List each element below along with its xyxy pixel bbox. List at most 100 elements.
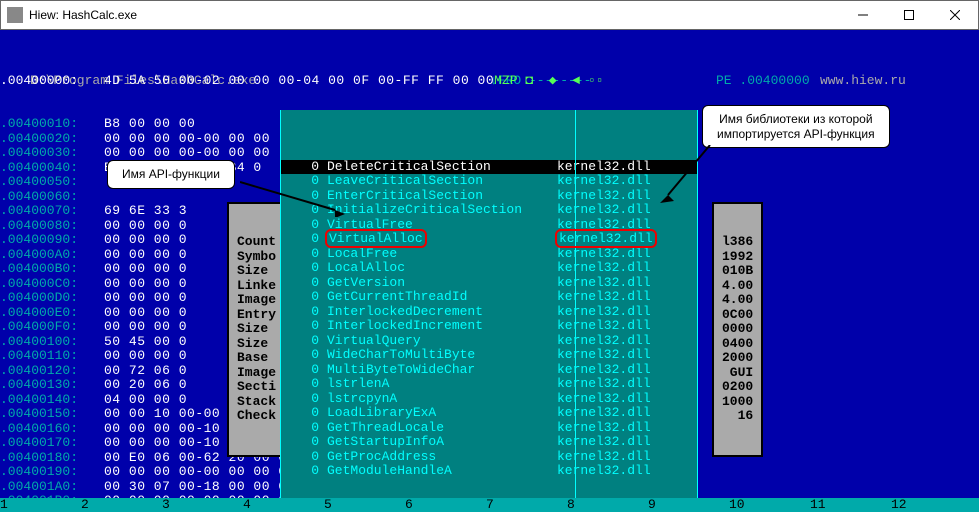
hiew-app: D:\Program Files\HashCalc.exe↓FRO ------… — [0, 30, 979, 512]
import-row[interactable]: 0VirtualQuerykernel32.dll — [281, 334, 697, 349]
hex-addr: .004000B0: — [0, 262, 104, 277]
import-row[interactable]: 0LocalFreekernel32.dll — [281, 247, 697, 262]
import-ordinal: 0 — [299, 247, 319, 262]
import-ordinal: 0 — [299, 290, 319, 305]
import-row[interactable]: 0GetVersionkernel32.dll — [281, 276, 697, 291]
fkey-8[interactable]: 8 — [567, 498, 648, 512]
import-ordinal: 0 — [299, 276, 319, 291]
import-row[interactable]: 0VirtualAllockernel32.dll — [281, 232, 697, 247]
hex-bytes: B8 00 00 00 — [104, 117, 195, 132]
import-row[interactable]: 0LoadLibraryExAkernel32.dll — [281, 406, 697, 421]
hex-addr: .00400130: — [0, 378, 104, 393]
import-library: kernel32.dll — [557, 377, 651, 392]
import-ordinal: 0 — [299, 377, 319, 392]
import-library: kernel32.dll — [557, 464, 651, 479]
import-function: MultiByteToWideChar — [327, 363, 557, 378]
pe-field-value: 0000 — [722, 322, 753, 337]
hex-addr: .004000C0: — [0, 277, 104, 292]
import-row[interactable]: 0InterlockedDecrementkernel32.dll — [281, 305, 697, 320]
fkey-6[interactable]: 6 — [405, 498, 486, 512]
import-library: kernel32.dll — [557, 435, 651, 450]
import-function: GetVersion — [327, 276, 557, 291]
hex-bytes: 50 45 00 0 — [104, 335, 187, 350]
hex-addr: .00400010: — [0, 117, 104, 132]
fkey-11[interactable]: 11 — [810, 498, 891, 512]
pe-field-value: 4.00 — [722, 293, 753, 308]
import-row[interactable]: 0GetProcAddresskernel32.dll — [281, 450, 697, 465]
pe-field-value: 1000 — [722, 395, 753, 410]
pe-field-value: 0200 — [722, 380, 753, 395]
hiew-url: www.hiew.ru — [820, 74, 906, 89]
app-icon — [7, 7, 23, 23]
import-ordinal: 0 — [299, 232, 319, 247]
import-library: kernel32.dll — [557, 261, 651, 276]
hex-bytes: 00 00 10 00-00 10 — [104, 407, 245, 422]
hex-addr: .00400070: — [0, 204, 104, 219]
hex-addr: .004000E0: — [0, 306, 104, 321]
import-library: kernel32.dll — [557, 334, 651, 349]
hex-bytes: 00 00 00 0 — [104, 320, 187, 335]
hex-addr: .00400050: — [0, 175, 104, 190]
window-titlebar: Hiew: HashCalc.exe — [0, 0, 979, 30]
import-function: InterlockedIncrement — [327, 319, 557, 334]
import-table[interactable]: 0DeleteCriticalSectionkernel32.dll0Leave… — [280, 110, 698, 512]
import-library: kernel32.dll — [557, 363, 651, 378]
minimize-button[interactable] — [840, 1, 886, 29]
import-library: kernel32.dll — [557, 290, 651, 305]
hex-addr: .00400040: — [0, 161, 104, 176]
hex-bytes: 00 00 00 00-00 00 00 — [104, 132, 270, 147]
import-function: VirtualAlloc — [327, 232, 557, 247]
hex-addr: .00400140: — [0, 393, 104, 408]
import-function: LocalAlloc — [327, 261, 557, 276]
import-library: kernel32.dll — [557, 421, 651, 436]
fkey-2[interactable]: 2 — [81, 498, 162, 512]
import-library: kernel32.dll — [557, 319, 651, 334]
fkey-bar[interactable]: 123456789101112 — [0, 498, 979, 512]
import-ordinal: 0 — [299, 261, 319, 276]
import-row[interactable]: 0 InterlockedIncrementkernel32.dll — [281, 319, 697, 334]
hex-bytes: 00 00 00 0 — [104, 306, 187, 321]
import-row[interactable]: 0GetStartupInfoAkernel32.dll — [281, 435, 697, 450]
column-divider — [575, 110, 576, 512]
import-ordinal: 0 — [299, 435, 319, 450]
maximize-button[interactable] — [886, 1, 932, 29]
import-function: GetThreadLocale — [327, 421, 557, 436]
hex-bytes: 00 00 00 0 — [104, 219, 187, 234]
import-library: kernel32.dll — [557, 392, 651, 407]
import-row[interactable]: 0 GetCurrentThreadIdkernel32.dll — [281, 290, 697, 305]
import-row[interactable]: 0 LocalAllockernel32.dll — [281, 261, 697, 276]
hex-bytes: 69 6E 33 3 — [104, 204, 187, 219]
import-function: InitializeCriticalSection — [327, 203, 557, 218]
import-ordinal: 0 — [299, 305, 319, 320]
hex-addr: .00400090: — [0, 233, 104, 248]
fkey-7[interactable]: 7 — [486, 498, 567, 512]
hex-bytes: 00 00 00 0 — [104, 233, 187, 248]
import-function: lstrlenA — [327, 377, 557, 392]
close-button[interactable] — [932, 1, 978, 29]
fkey-10[interactable]: 10 — [729, 498, 810, 512]
import-row[interactable]: 0lstrcpynAkernel32.dll — [281, 392, 697, 407]
fkey-9[interactable]: 9 — [648, 498, 729, 512]
import-function: DeleteCriticalSection — [327, 160, 557, 175]
import-row[interactable]: 0GetModuleHandleAkernel32.dll — [281, 464, 697, 479]
import-row[interactable]: 0MultiByteToWideCharkernel32.dll — [281, 363, 697, 378]
fkey-4[interactable]: 4 — [243, 498, 324, 512]
import-row[interactable]: 0 lstrlenAkernel32.dll — [281, 377, 697, 392]
import-row[interactable]: 0 GetThreadLocalekernel32.dll — [281, 421, 697, 436]
import-row[interactable]: 0WideCharToMultiBytekernel32.dll — [281, 348, 697, 363]
import-ordinal: 0 — [299, 319, 319, 334]
fkey-12[interactable]: 12 — [891, 498, 972, 512]
fkey-5[interactable]: 5 — [324, 498, 405, 512]
pe-field-value: 0400 — [722, 337, 753, 352]
callout-arrow-2 — [660, 145, 720, 205]
hex-addr: .00400160: — [0, 422, 104, 437]
pe-field-value: GUI — [722, 366, 753, 381]
fkey-1[interactable]: 1 — [0, 498, 81, 512]
fkey-3[interactable]: 3 — [162, 498, 243, 512]
import-ordinal: 0 — [299, 348, 319, 363]
import-library: kernel32.dll — [557, 189, 651, 204]
import-library: kernel32.dll — [557, 174, 651, 189]
import-ordinal: 0 — [299, 421, 319, 436]
hex-addr: .00400000: — [0, 74, 104, 89]
import-function: GetCurrentThreadId — [327, 290, 557, 305]
